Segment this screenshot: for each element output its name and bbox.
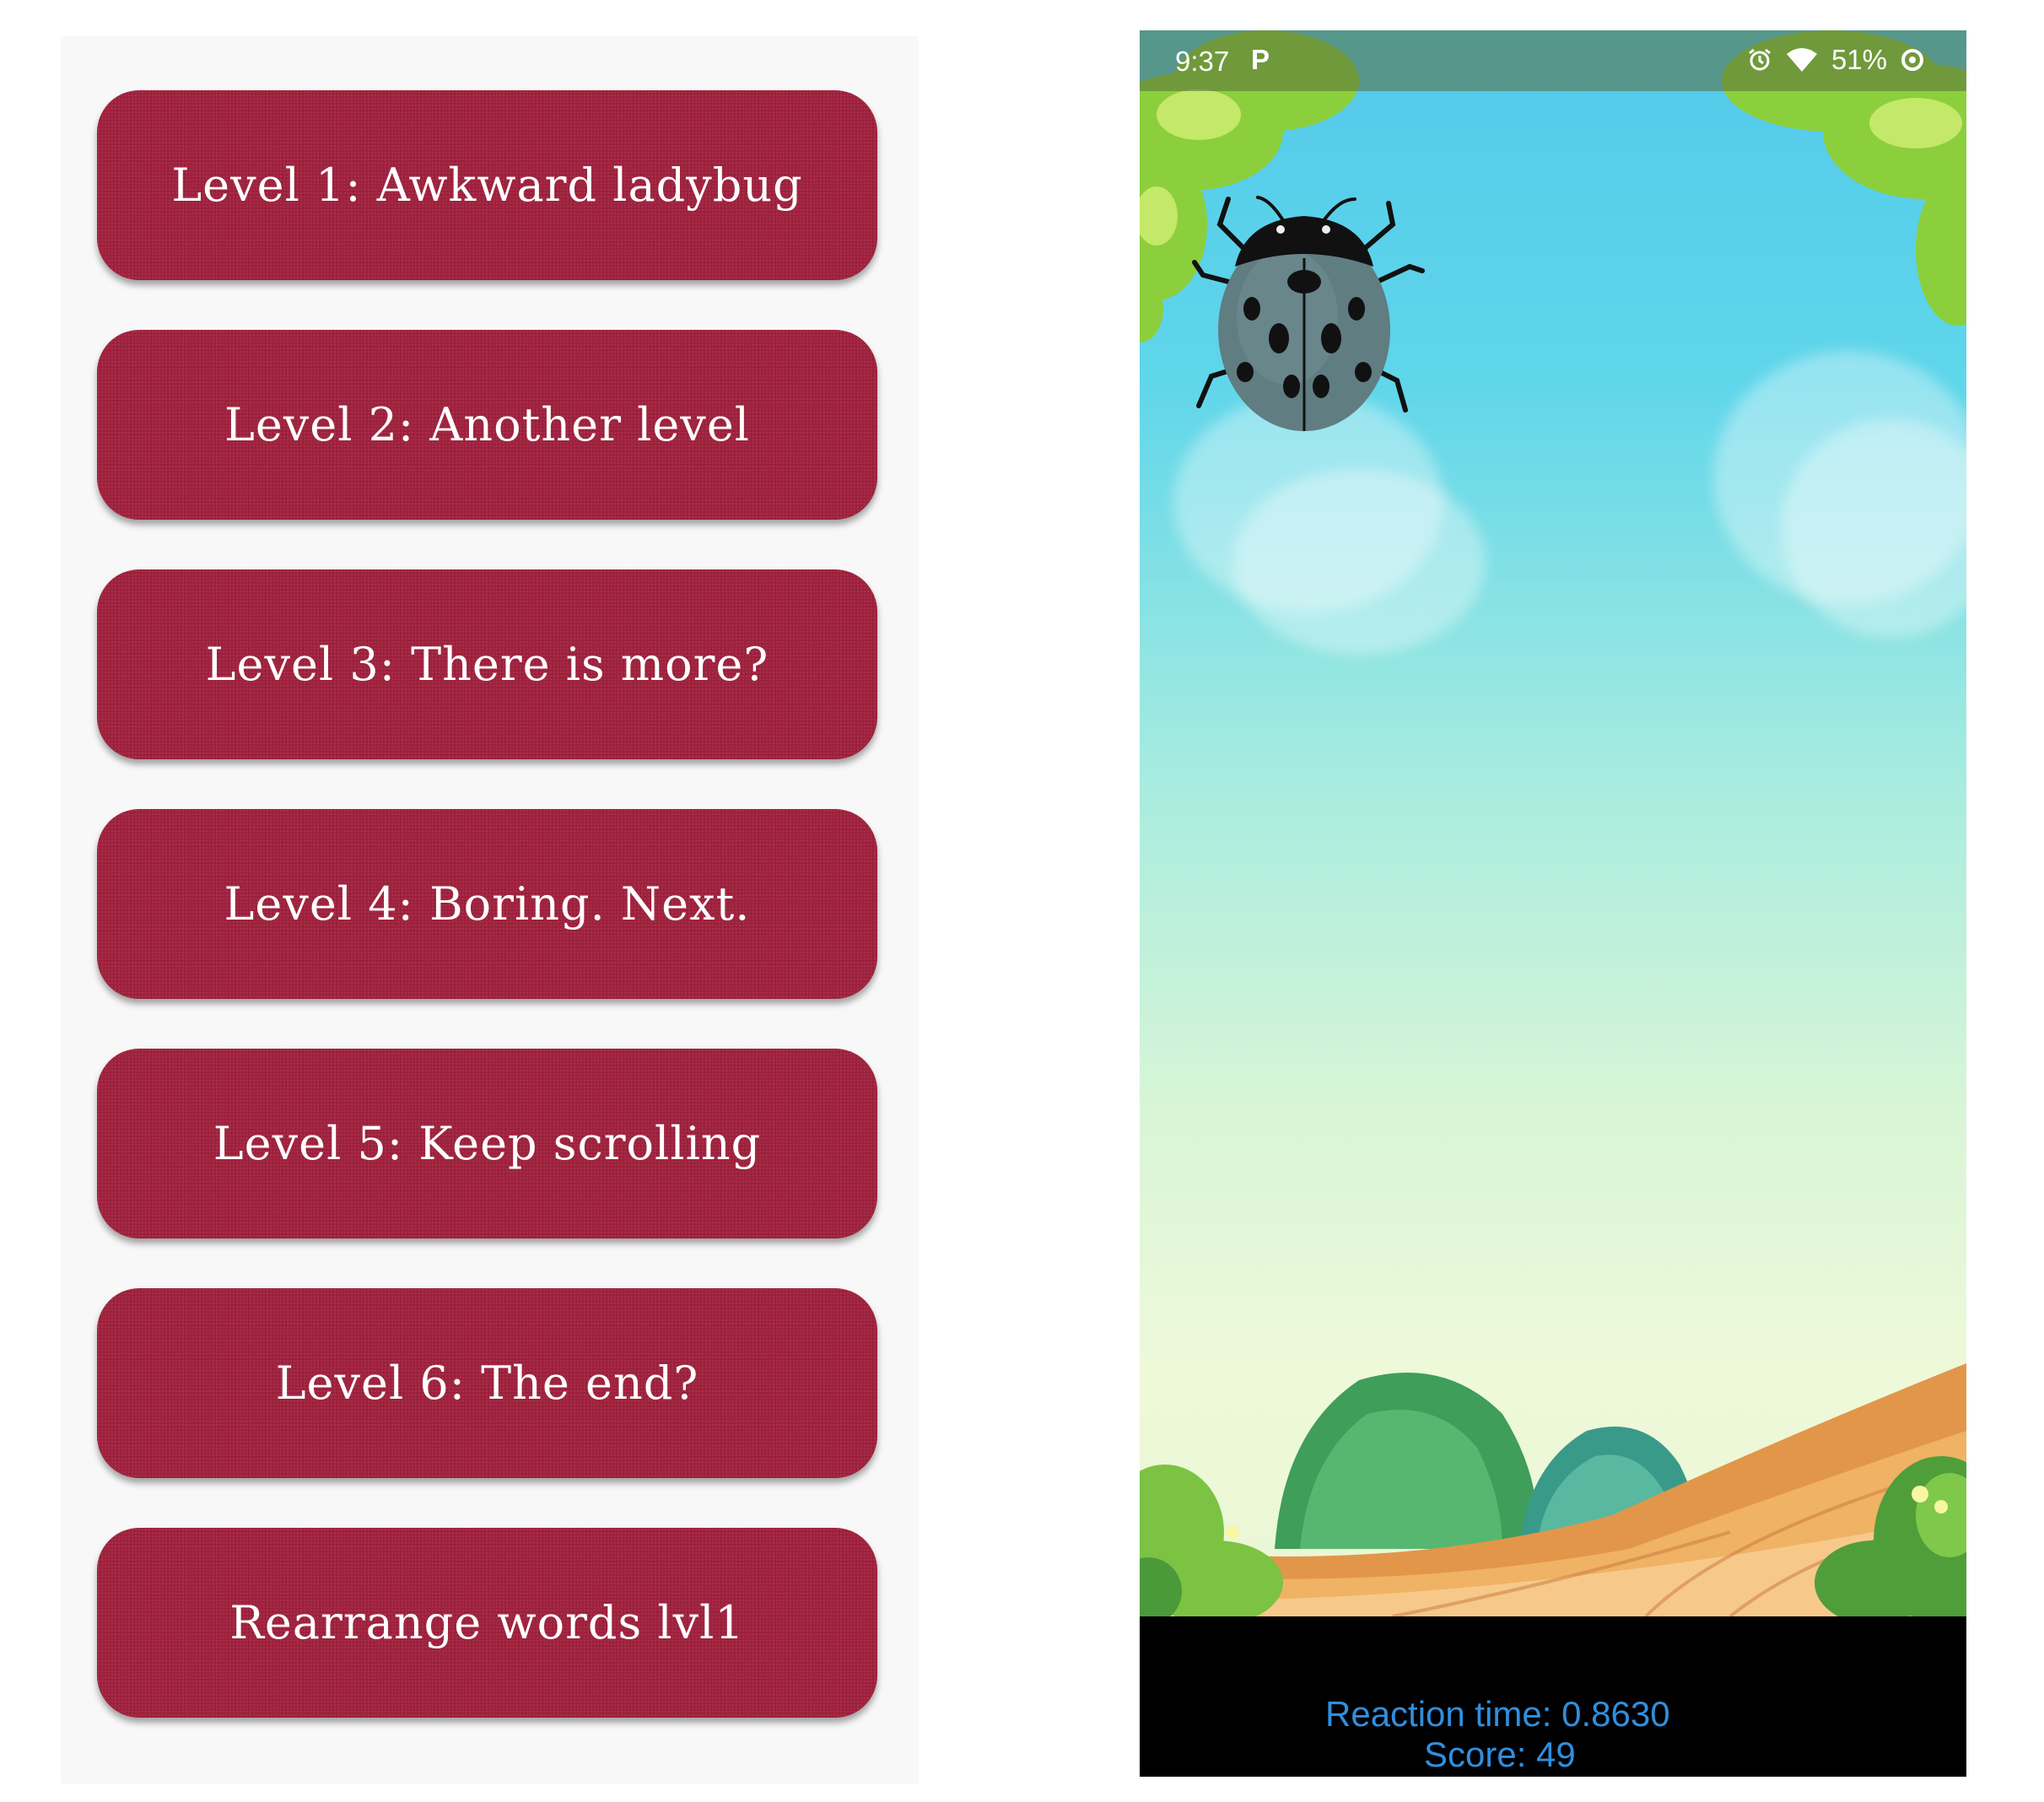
battery-saver-icon xyxy=(1901,49,1923,71)
status-bar: 9:37 P 51% xyxy=(1140,30,1966,91)
battery-percent: 51% xyxy=(1831,44,1887,75)
level-2-label: Level 2: Another level xyxy=(224,398,751,451)
level-4-label: Level 4: Boring. Next. xyxy=(224,877,751,931)
wifi-icon xyxy=(1786,48,1817,72)
status-time: 9:37 xyxy=(1175,46,1230,77)
parking-p-icon: P xyxy=(1251,44,1270,75)
game-screen: 9:37 P 51% Reaction time: 0.8630 Score: … xyxy=(1140,30,1966,1777)
level-3-button[interactable]: Level 3: There is more? xyxy=(97,569,877,759)
level-3-label: Level 3: There is more? xyxy=(205,638,769,691)
stats-panel: Reaction time: 0.8630 Score: 49 xyxy=(1140,1616,1966,1777)
level-2-button[interactable]: Level 2: Another level xyxy=(97,330,877,520)
status-icons: 51% xyxy=(1747,44,1924,76)
game-background xyxy=(1140,30,1966,1616)
screenshot-pair: Level 1: Awkward ladybug Level 2: Anothe… xyxy=(0,0,2044,1802)
level-5-label: Level 5: Keep scrolling xyxy=(213,1117,762,1170)
rearrange-words-button[interactable]: Rearrange words lvl1 xyxy=(97,1528,877,1718)
level-6-label: Level 6: The end? xyxy=(275,1357,699,1410)
level-1-label: Level 1: Awkward ladybug xyxy=(171,159,803,212)
level-4-button[interactable]: Level 4: Boring. Next. xyxy=(97,809,877,999)
reaction-time-text: Reaction time: 0.8630 xyxy=(1325,1694,1670,1734)
level-1-button[interactable]: Level 1: Awkward ladybug xyxy=(97,90,877,280)
level-6-button[interactable]: Level 6: The end? xyxy=(97,1288,877,1478)
score-text: Score: 49 xyxy=(1424,1735,1576,1774)
ladybug-target[interactable] xyxy=(1186,174,1439,444)
level-menu-screen: Level 1: Awkward ladybug Level 2: Anothe… xyxy=(61,36,919,1783)
level-5-button[interactable]: Level 5: Keep scrolling xyxy=(97,1049,877,1238)
rearrange-words-label: Rearrange words lvl1 xyxy=(229,1596,745,1649)
alarm-icon xyxy=(1749,48,1771,71)
